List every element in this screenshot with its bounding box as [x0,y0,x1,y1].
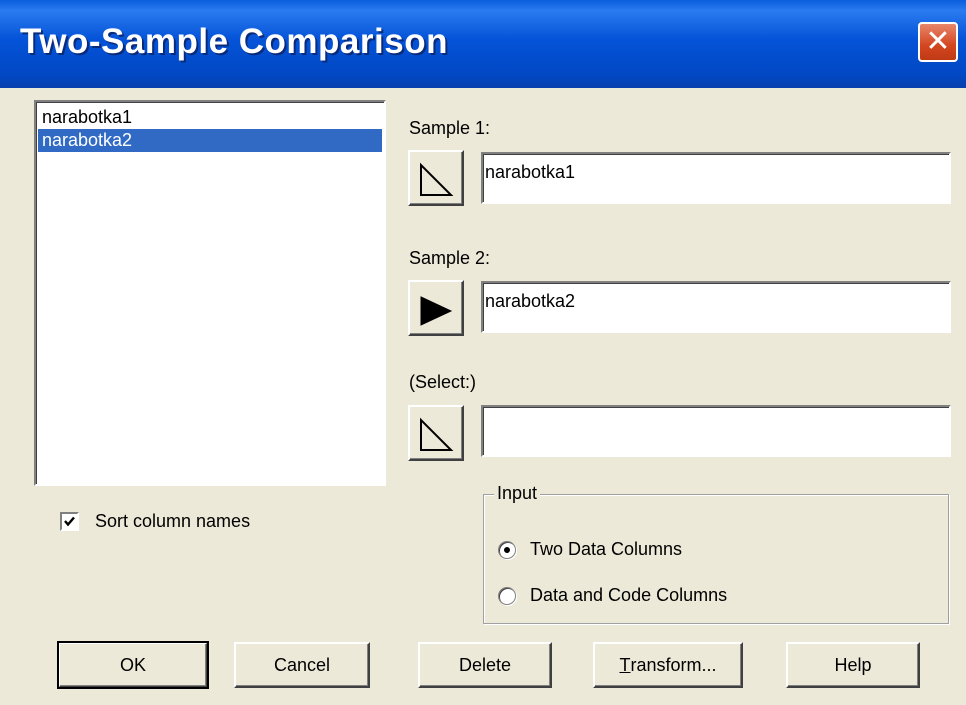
list-item-narabotka1[interactable]: narabotka1 [38,106,382,129]
list-item-narabotka2[interactable]: narabotka2 [38,129,382,152]
radio-two-data-columns-label[interactable]: Two Data Columns [530,539,682,560]
transform-label-rest: ransform... [630,654,717,675]
sample1-field[interactable]: narabotka1 [481,152,951,204]
sample1-select-button[interactable] [408,150,464,206]
help-button[interactable]: Help [786,642,920,688]
input-group-title: Input [494,483,541,504]
arrow-outline-icon [420,162,454,196]
transform-button[interactable]: Transform... [593,642,743,688]
transform-mnemonic: T [619,654,631,675]
sort-column-names-checkbox[interactable] [60,512,79,531]
title-bar[interactable]: Two-Sample Comparison ✕ [0,0,966,88]
sample2-select-button[interactable] [408,280,464,336]
sample2-field[interactable]: narabotka2 [481,281,951,333]
ok-button[interactable]: OK [57,641,209,689]
arrow-outline-icon [420,417,454,451]
checkmark-icon [64,516,75,527]
sample2-label: Sample 2: [409,248,491,268]
cancel-button[interactable]: Cancel [234,642,370,688]
delete-button[interactable]: Delete [418,642,552,688]
radio-data-and-code-columns-label[interactable]: Data and Code Columns [530,585,727,606]
radio-two-data-columns[interactable] [498,541,516,559]
select-field-button[interactable] [408,405,464,461]
select-field[interactable] [481,405,951,457]
close-button[interactable]: ✕ [918,22,958,62]
column-names-list[interactable]: narabotka1 narabotka2 [34,100,386,486]
radio-data-and-code-columns[interactable] [498,587,516,605]
sample1-label: Sample 1: [409,118,491,138]
radio-selected-dot [504,547,510,553]
arrow-filled-icon [420,296,453,326]
sort-column-names-label[interactable]: Sort column names [95,511,250,532]
select-label: (Select:) [409,372,477,392]
dialog-window: Two-Sample Comparison ✕ narabotka1 narab… [0,0,966,705]
window-title: Two-Sample Comparison [20,22,448,61]
close-icon: ✕ [925,24,951,59]
